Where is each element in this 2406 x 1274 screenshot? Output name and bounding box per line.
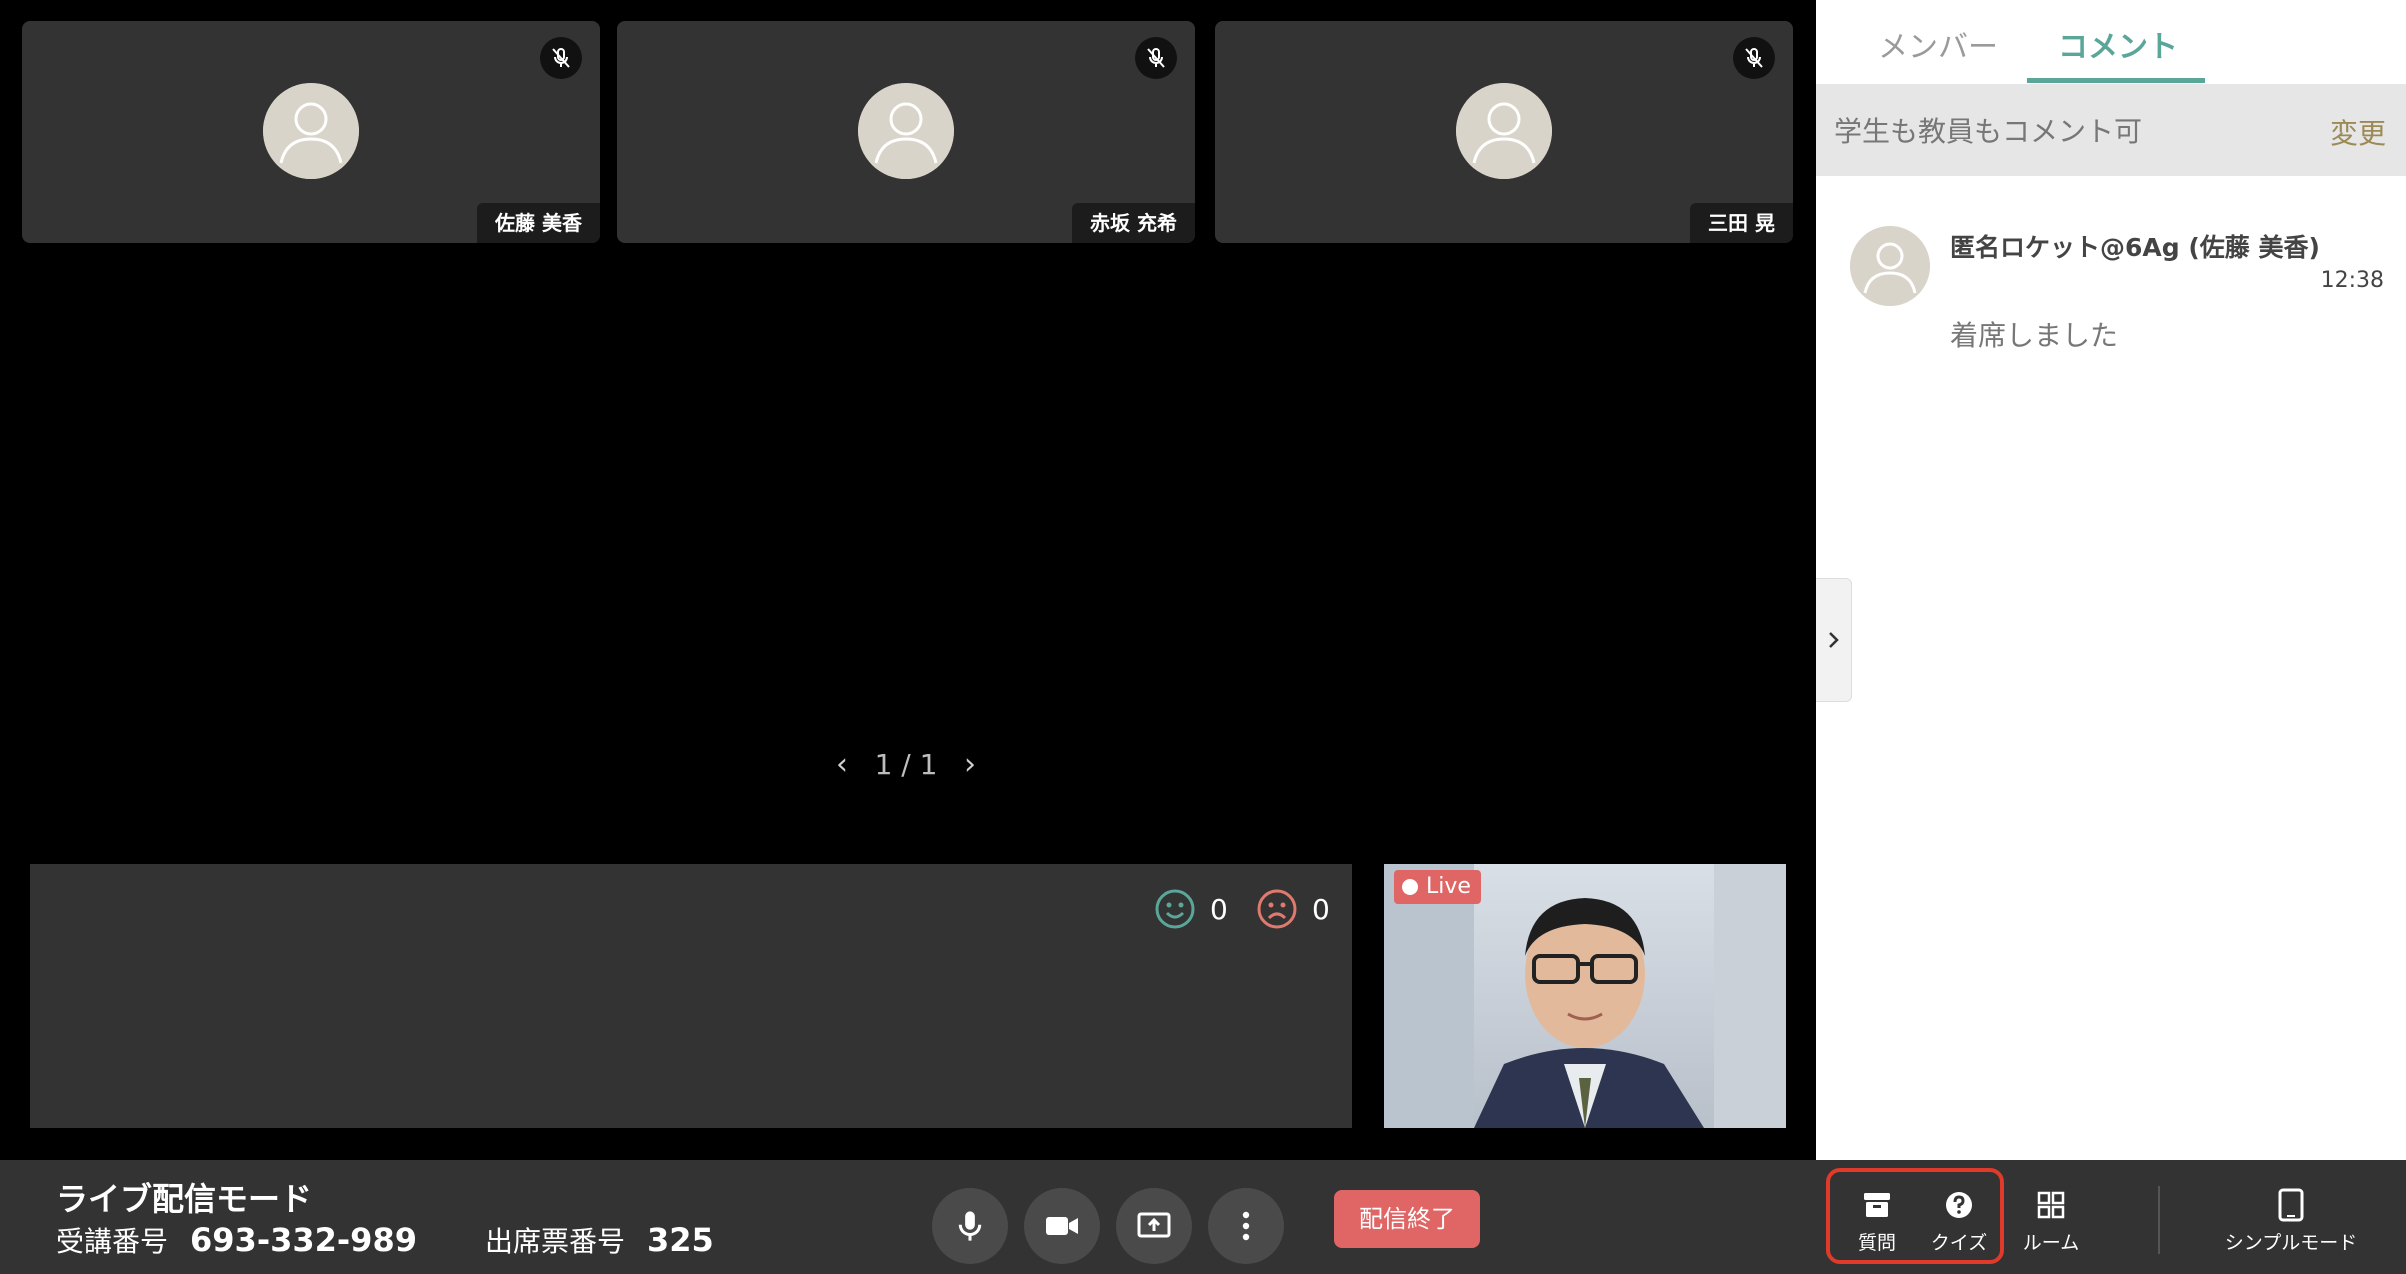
permission-text: 学生も教員もコメント可 xyxy=(1834,115,2143,148)
screen-share-icon xyxy=(1137,1212,1171,1238)
participant-tile[interactable]: 三田 晃 xyxy=(1215,21,1793,243)
course-number: 693-332-989 xyxy=(190,1221,417,1259)
avatar xyxy=(858,83,954,179)
tab-members[interactable]: メンバー xyxy=(1878,22,1998,66)
comment-author: 匿名ロケット@6Ag (佐藤 美香) xyxy=(1950,233,2320,262)
avatar xyxy=(263,83,359,179)
bottom-toolbar: ライブ配信モード 受講番号 693-332-989 出席票番号 325 配信終了… xyxy=(0,1160,2406,1274)
simple-mode-label: シンプルモード xyxy=(2224,1232,2358,1254)
attendance-number-label: 出席票番号 xyxy=(484,1225,625,1258)
video-camera-icon xyxy=(1046,1217,1078,1235)
screen-share-button[interactable] xyxy=(1116,1188,1192,1264)
participant-name: 佐藤 美香 xyxy=(477,203,600,243)
room-label: ルーム xyxy=(2022,1232,2080,1254)
question-label: 質問 xyxy=(1857,1232,1896,1254)
participant-name: 三田 晃 xyxy=(1690,203,1793,243)
session-ids: 受講番号 693-332-989 出席票番号 325 xyxy=(56,1220,714,1260)
avatar xyxy=(1456,83,1552,179)
mic-off-icon xyxy=(1733,37,1775,79)
mic-icon xyxy=(958,1211,982,1241)
self-video: Live xyxy=(1384,864,1786,1128)
comment-item: 匿名ロケット@6Ag (佐藤 美香) 12:38 着席しました xyxy=(1816,210,2406,370)
camera-button[interactable] xyxy=(1024,1188,1100,1264)
comment-permission-bar: 学生も教員もコメント可 変更 xyxy=(1816,84,2406,176)
happy-reaction[interactable]: 0 xyxy=(1154,888,1228,930)
smile-icon xyxy=(1155,889,1195,929)
quiz-button[interactable]: クイズ xyxy=(1914,1186,2004,1255)
avatar xyxy=(1850,226,1930,306)
chevron-left-icon[interactable]: ‹ xyxy=(836,747,848,782)
simple-mode-button[interactable]: シンプルモード xyxy=(2206,1186,2376,1255)
pager: ‹ 1 / 1 › xyxy=(836,742,976,786)
comment-time: 12:38 xyxy=(2320,268,2384,293)
chevron-right-icon xyxy=(1828,632,1839,648)
more-options-button[interactable] xyxy=(1208,1188,1284,1264)
participant-tile[interactable]: 赤坂 充希 xyxy=(617,21,1195,243)
quiz-label: クイズ xyxy=(1930,1232,1988,1254)
user-icon xyxy=(858,83,954,179)
happy-count: 0 xyxy=(1210,892,1228,926)
grid-icon xyxy=(2037,1191,2065,1219)
chevron-right-icon[interactable]: › xyxy=(964,747,976,782)
comment-text: 着席しました xyxy=(1950,319,2119,352)
room-button[interactable]: ルーム xyxy=(2006,1186,2096,1255)
user-icon xyxy=(1456,83,1552,179)
frown-icon xyxy=(1257,889,1297,929)
live-badge: Live xyxy=(1394,870,1481,904)
active-tab-indicator xyxy=(2027,78,2205,83)
pager-label: 1 / 1 xyxy=(874,747,938,781)
user-icon xyxy=(263,83,359,179)
panel-tabs: メンバー コメント xyxy=(1816,0,2406,83)
help-circle-icon xyxy=(1946,1192,1972,1218)
course-number-label: 受講番号 xyxy=(56,1225,169,1258)
participant-tile[interactable]: 佐藤 美香 xyxy=(22,21,600,243)
reaction-panel: 0 0 xyxy=(30,864,1352,1128)
question-button[interactable]: 質問 xyxy=(1832,1186,1922,1255)
record-dot-icon xyxy=(1402,879,1418,895)
more-vertical-icon xyxy=(1242,1211,1250,1241)
end-stream-button[interactable]: 配信終了 xyxy=(1334,1190,1480,1248)
mic-off-icon xyxy=(540,37,582,79)
tablet-icon xyxy=(2278,1188,2304,1222)
mic-off-icon xyxy=(1135,37,1177,79)
inbox-icon xyxy=(1864,1193,1890,1217)
live-label: Live xyxy=(1426,874,1471,899)
tab-comments[interactable]: コメント xyxy=(2058,22,2178,66)
sad-reaction[interactable]: 0 xyxy=(1256,888,1330,930)
mic-button[interactable] xyxy=(932,1188,1008,1264)
collapse-panel-button[interactable] xyxy=(1816,578,1852,702)
user-icon xyxy=(1850,226,1930,306)
sad-count: 0 xyxy=(1312,892,1330,926)
side-panel: メンバー コメント 学生も教員もコメント可 変更 匿名ロケット@6Ag (佐藤 … xyxy=(1816,0,2406,1160)
attendance-number: 325 xyxy=(646,1221,714,1259)
participant-name: 赤坂 充希 xyxy=(1072,203,1195,243)
mode-title: ライブ配信モード xyxy=(56,1180,313,1218)
change-permission-button[interactable]: 変更 xyxy=(2330,112,2386,152)
app-root: 佐藤 美香 赤坂 充希 三田 晃 ‹ 1 / 1 › 0 0 Live メンバー… xyxy=(0,0,2406,1274)
toolbar-divider xyxy=(2158,1186,2160,1254)
